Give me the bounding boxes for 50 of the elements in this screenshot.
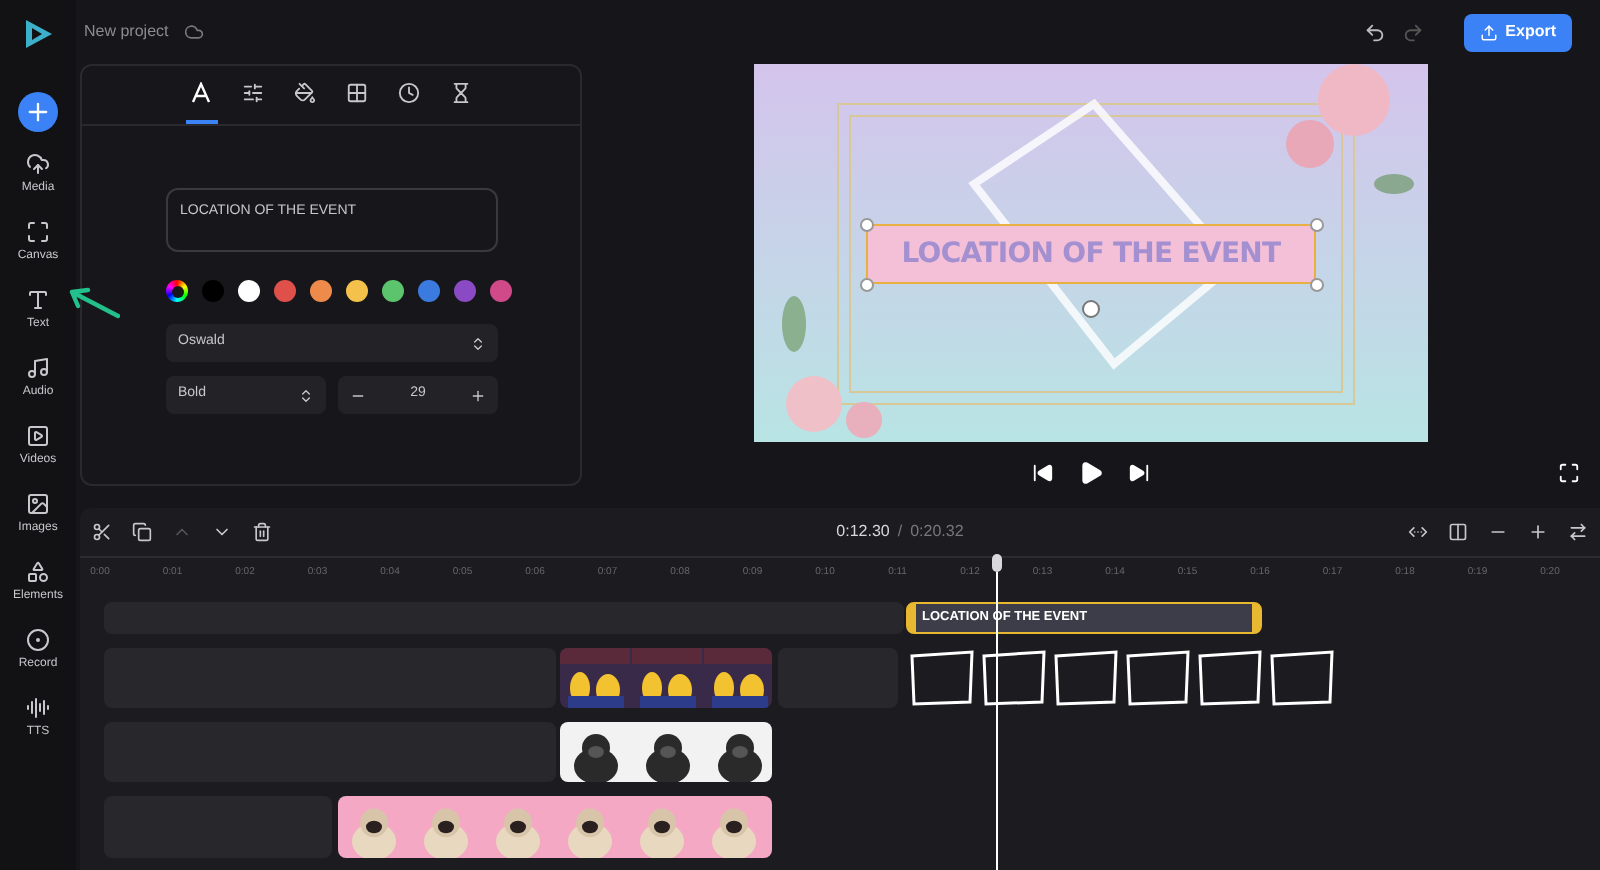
total-time: 0:20.32 bbox=[910, 520, 964, 544]
color-swatch[interactable] bbox=[274, 280, 296, 302]
redo-icon[interactable] bbox=[1401, 21, 1424, 43]
timing-icon bbox=[398, 82, 420, 104]
add-button[interactable] bbox=[18, 92, 58, 132]
color-swatch[interactable] bbox=[382, 280, 404, 302]
project-name: New project bbox=[84, 20, 169, 44]
color-swatch[interactable] bbox=[454, 280, 476, 302]
undo-icon[interactable] bbox=[1363, 21, 1386, 43]
trash-icon[interactable] bbox=[252, 522, 272, 542]
zoom-in-icon[interactable] bbox=[1528, 522, 1548, 542]
skip-forward-icon[interactable] bbox=[1128, 462, 1150, 484]
upload-icon bbox=[1479, 23, 1498, 41]
play-icon[interactable] bbox=[1078, 460, 1104, 486]
color-swatch[interactable] bbox=[490, 280, 512, 302]
color-swatch[interactable] bbox=[346, 280, 368, 302]
fit-icon[interactable] bbox=[1408, 522, 1428, 542]
media-icon bbox=[26, 152, 50, 176]
tts-icon bbox=[26, 696, 50, 720]
color-swatch[interactable] bbox=[310, 280, 332, 302]
cloud-icon bbox=[184, 22, 205, 42]
adjust-icon bbox=[242, 82, 264, 104]
images-icon bbox=[26, 492, 50, 516]
chevrons-icon bbox=[298, 387, 314, 403]
logo-icon bbox=[20, 16, 56, 52]
videos-icon bbox=[26, 424, 50, 448]
skip-back-icon[interactable] bbox=[1032, 462, 1054, 484]
time-separator: / bbox=[897, 520, 903, 544]
annotation-arrow-icon bbox=[66, 286, 120, 320]
fullscreen-icon[interactable] bbox=[1558, 462, 1580, 484]
plus-icon[interactable] bbox=[469, 387, 486, 403]
color-swatch[interactable] bbox=[202, 280, 224, 302]
elements-icon bbox=[26, 560, 50, 584]
text-icon bbox=[26, 288, 50, 312]
color-wheel-swatch[interactable] bbox=[166, 280, 188, 302]
color-swatch[interactable] bbox=[418, 280, 440, 302]
audio-icon bbox=[26, 356, 50, 380]
record-icon bbox=[26, 628, 50, 652]
plus-icon bbox=[24, 98, 52, 126]
duration-icon bbox=[450, 82, 472, 104]
letter-a-icon bbox=[190, 82, 212, 104]
fill-icon bbox=[294, 82, 316, 104]
split-icon[interactable] bbox=[1448, 522, 1468, 542]
copy-icon[interactable] bbox=[132, 522, 152, 542]
export-button[interactable]: Export bbox=[1463, 13, 1572, 51]
color-swatch[interactable] bbox=[238, 280, 260, 302]
current-time: 0:12.30 bbox=[836, 520, 890, 544]
transparency-icon bbox=[346, 82, 368, 104]
chevrons-icon bbox=[470, 335, 486, 351]
scissors-icon[interactable] bbox=[92, 522, 112, 542]
